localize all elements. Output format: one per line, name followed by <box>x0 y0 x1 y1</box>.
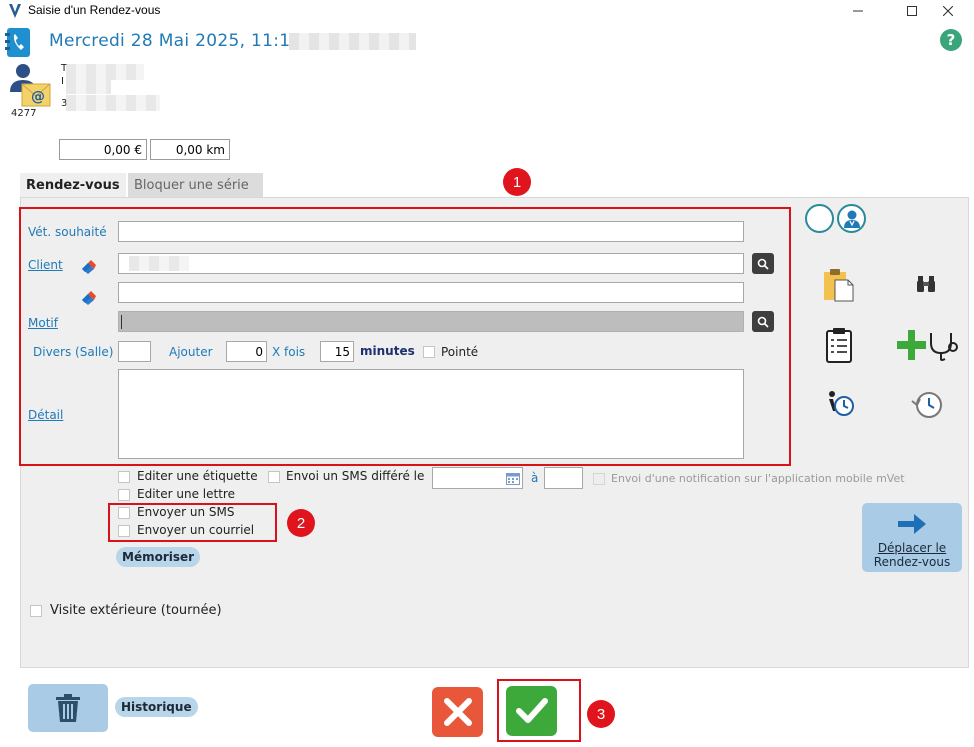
vet-label: Vét. souhaité <box>28 225 107 239</box>
minimize-button[interactable] <box>835 0 881 22</box>
courriel-label: Envoyer un courriel <box>137 523 255 537</box>
empty-circle-icon[interactable] <box>805 204 834 233</box>
etiquette-checkbox[interactable] <box>118 471 130 483</box>
annotation-badge-2: 2 <box>287 509 315 537</box>
redacted-time <box>289 33 416 50</box>
cancel-button[interactable] <box>432 687 483 737</box>
duration-input[interactable]: 15 <box>320 341 354 362</box>
add-consultation-icon[interactable] <box>895 327 959 366</box>
eraser-icon[interactable] <box>80 260 96 277</box>
text-caret <box>121 315 122 329</box>
sms-checkbox[interactable] <box>118 507 130 519</box>
close-button[interactable] <box>925 0 971 22</box>
detail-label[interactable]: Détail <box>28 408 63 422</box>
courriel-checkbox[interactable] <box>118 525 130 537</box>
agenda-phone-icon[interactable] <box>4 25 32 59</box>
trash-icon <box>56 694 80 722</box>
xfois-label: X fois <box>272 345 306 359</box>
client-label[interactable]: Client <box>28 258 63 272</box>
ajouter-label: Ajouter <box>169 345 213 359</box>
deplacer-button[interactable]: Déplacer le Rendez-vous <box>862 503 962 572</box>
lettre-checkbox[interactable] <box>118 489 130 501</box>
a-label: à <box>531 471 539 485</box>
sms-differe-label: Envoi un SMS différé le <box>286 469 425 483</box>
check-icon <box>515 698 548 723</box>
close-icon <box>443 698 472 726</box>
appointment-date: Mercredi 28 Mai 2025, 11:1 <box>49 31 291 51</box>
distance-field: 0,00 km <box>150 139 230 160</box>
delete-button[interactable] <box>28 684 108 732</box>
redacted-client-info <box>66 80 111 94</box>
title-bar: Saisie d'un Rendez-vous <box>0 0 974 22</box>
eraser-icon[interactable] <box>80 291 96 308</box>
lettre-label: Editer une lettre <box>137 487 235 501</box>
minutes-label: minutes <box>360 344 415 358</box>
divers-input[interactable] <box>118 341 151 362</box>
clipboard-copy-icon[interactable] <box>823 268 855 305</box>
sms-differe-date-input[interactable] <box>432 467 523 489</box>
client-search-button[interactable] <box>752 253 774 274</box>
minimize-icon <box>853 10 863 12</box>
window-title: Saisie d'un Rendez-vous <box>28 3 161 17</box>
client-code: 4277 <box>11 108 37 119</box>
divers-label: Divers (Salle) <box>33 345 114 359</box>
deplacer-label-line2: Rendez-vous <box>873 555 951 569</box>
visite-checkbox[interactable] <box>30 605 42 617</box>
detail-textarea[interactable] <box>118 369 744 459</box>
annotation-badge-3: 3 <box>587 700 615 728</box>
sms-differe-checkbox[interactable] <box>268 471 280 483</box>
pointe-label: Pointé <box>441 345 479 359</box>
deplacer-label-line1: Déplacer le <box>877 541 947 555</box>
search-icon <box>757 316 769 328</box>
confirm-button[interactable] <box>506 686 557 736</box>
binoculars-icon[interactable] <box>916 275 936 296</box>
history-clock-icon[interactable] <box>910 389 944 424</box>
search-icon <box>757 258 769 270</box>
sms-label: Envoyer un SMS <box>137 505 235 519</box>
calendar-icon[interactable] <box>506 472 520 485</box>
client-contact-icon[interactable]: @ <box>8 62 52 108</box>
visite-label: Visite extérieure (tournée) <box>50 603 222 618</box>
veterinarian-icon[interactable] <box>837 204 866 233</box>
historique-button[interactable]: Historique <box>115 697 198 717</box>
close-icon <box>943 6 953 16</box>
ajouter-input[interactable]: 0 <box>226 341 267 362</box>
motif-label[interactable]: Motif <box>28 316 58 330</box>
etiquette-label: Editer une étiquette <box>137 469 258 483</box>
motif-input[interactable] <box>118 311 744 332</box>
sms-differe-time-input[interactable] <box>544 467 583 489</box>
redacted-client-name <box>66 64 144 80</box>
pointe-checkbox[interactable] <box>423 346 435 358</box>
app-logo-icon <box>9 4 21 18</box>
tab-bloquer-serie[interactable]: Bloquer une série <box>128 173 263 197</box>
tab-rendez-vous[interactable]: Rendez-vous <box>20 173 126 197</box>
client-line-2: I <box>61 76 64 87</box>
arrow-right-icon <box>898 514 926 534</box>
amount-field: 0,00 € <box>59 139 147 160</box>
svg-text:@: @ <box>31 89 45 105</box>
memoriser-button[interactable]: Mémoriser <box>116 547 201 567</box>
maximize-icon <box>907 6 917 16</box>
notif-checkbox[interactable] <box>593 473 605 485</box>
vet-input[interactable] <box>118 221 744 242</box>
redacted-client-phone <box>66 95 160 111</box>
annotation-badge-1: 1 <box>503 168 531 196</box>
client2-input[interactable] <box>118 282 744 303</box>
client-input[interactable] <box>118 253 744 274</box>
help-icon[interactable]: ? <box>940 29 962 51</box>
motif-search-button[interactable] <box>752 311 774 332</box>
waiting-room-icon[interactable] <box>825 389 855 422</box>
checklist-icon[interactable] <box>825 327 853 366</box>
notif-label: Envoi d'une notification sur l'applicati… <box>611 472 905 485</box>
redacted-client-value <box>129 256 189 271</box>
